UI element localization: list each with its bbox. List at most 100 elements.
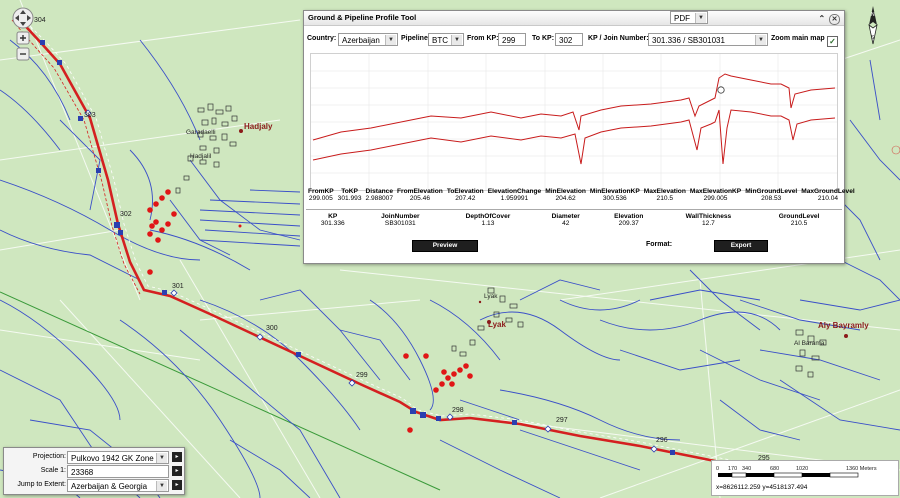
- summary-header: MaxElevation: [643, 188, 686, 195]
- place-label-hadjaly: Hadjaly: [244, 122, 273, 131]
- summary-header: Distance: [365, 188, 394, 195]
- summary-header-row: FromKP ToKP Distance FromElevation ToEle…: [306, 188, 857, 195]
- table-divider: [306, 209, 842, 210]
- point-value-row: 301.336 SB301031 1.13 42 209.37 12.7 210…: [306, 220, 842, 227]
- point-header: GroundLevel: [778, 213, 820, 220]
- summary-cell: 299.005: [308, 195, 333, 202]
- summary-header: ElevationChange: [487, 188, 542, 195]
- format-select[interactable]: PDF ▼: [670, 11, 708, 24]
- chevron-down-icon[interactable]: ▼: [695, 13, 706, 23]
- point-detail-table: KP JoinNumber DepthOfCover Diameter Elev…: [306, 213, 842, 227]
- extent-go-button[interactable]: ▸: [172, 480, 182, 490]
- chevron-down-icon[interactable]: ▼: [156, 481, 167, 491]
- kp-label: 298: [452, 407, 464, 414]
- projection-row: Projection: Pulkovo 1942 GK Zone 8 ▼ ▸: [4, 451, 184, 476]
- cursor-coordinates: x=8626112.259 y=4518137.494: [716, 484, 808, 491]
- join-number-select-value: 301.336 / SB301031: [652, 36, 725, 45]
- summary-cell: 1.959991: [500, 195, 529, 202]
- point-cell: SB301031: [384, 220, 416, 227]
- place-label-lyak: Lyak: [488, 320, 506, 329]
- map-nav-control[interactable]: [6, 6, 40, 70]
- chevron-down-icon[interactable]: ▼: [156, 453, 167, 463]
- projection-go-button[interactable]: ▸: [172, 452, 182, 462]
- to-kp-input[interactable]: 302: [555, 33, 583, 46]
- elevation-profile-chart[interactable]: [310, 53, 838, 191]
- scale-tick: 1360 Meters: [846, 466, 877, 472]
- from-kp-input[interactable]: 299: [498, 33, 526, 46]
- scale-go-button[interactable]: ▸: [172, 466, 182, 476]
- point-header: Diameter: [551, 213, 580, 220]
- north-arrow: N S: [868, 6, 878, 45]
- summary-cell: 208.53: [761, 195, 782, 202]
- export-button[interactable]: Export: [714, 240, 768, 252]
- summary-value-row: 299.005 301.993 2.988007 205.46 207.42 1…: [306, 195, 857, 202]
- point-cell: 42: [562, 220, 570, 227]
- projection-label: Projection:: [32, 453, 66, 460]
- summary-cell: 299.005: [703, 195, 728, 202]
- chart-grid: [311, 54, 837, 190]
- summary-table: FromKP ToKP Distance FromElevation ToEle…: [306, 188, 857, 202]
- chevron-down-icon[interactable]: ▼: [385, 35, 396, 45]
- extent-select-value: Azerbaijan & Georgia: [71, 482, 148, 491]
- summary-header: MaxGroundLevel: [801, 188, 855, 195]
- projection-select[interactable]: Pulkovo 1942 GK Zone 8 ▼: [67, 451, 169, 476]
- zoom-main-map-checkbox[interactable]: ✓: [827, 36, 838, 47]
- summary-header: MinElevation: [545, 188, 586, 195]
- kp-label: 301: [172, 283, 184, 290]
- north-letter: N: [871, 12, 875, 18]
- extent-select[interactable]: Azerbaijan & Georgia ▼: [67, 479, 169, 492]
- scale-row: Scale 1: 23368 ▸: [4, 465, 184, 478]
- ground-level-series[interactable]: [312, 73, 836, 141]
- scale-input[interactable]: 23368: [67, 465, 169, 478]
- minimize-icon[interactable]: ⌃: [817, 14, 827, 24]
- summary-cell: 2.988007: [365, 195, 394, 202]
- summary-header: MinGroundLevel: [745, 188, 798, 195]
- close-icon[interactable]: ✕: [829, 14, 840, 25]
- join-number-label: KP / Join Number:: [588, 35, 649, 42]
- window-title: Ground & Pipeline Profile Tool: [308, 13, 417, 22]
- scale-tick: 1020: [796, 466, 808, 472]
- place-label-aly-bayramly: Aly Bayramly: [818, 321, 869, 330]
- profile-parameters-row: Country: Azerbaijan ▼ Pipeline: BTC ▼ Fr…: [306, 33, 842, 51]
- point-header: JoinNumber: [381, 213, 420, 220]
- preview-button[interactable]: Preview: [412, 240, 478, 252]
- place-label: Hadjalil: [190, 153, 212, 160]
- profile-tool-titlebar[interactable]: Ground & Pipeline Profile Tool ⌃ ✕: [304, 11, 844, 26]
- point-cell: 1.13: [481, 220, 495, 227]
- chevron-down-icon[interactable]: ▼: [755, 35, 766, 45]
- selected-point-marker[interactable]: [717, 86, 725, 94]
- kp-label: 300: [266, 325, 278, 332]
- summary-header: ToKP: [341, 188, 358, 195]
- from-kp-label: From KP:: [467, 35, 499, 42]
- kp-label: 302: [120, 211, 132, 218]
- chevron-down-icon[interactable]: ▼: [451, 35, 462, 45]
- place-label: Al Barama: [794, 340, 825, 347]
- point-cell: 209.37: [618, 220, 639, 227]
- summary-header: MaxElevationKP: [689, 188, 742, 195]
- point-header: KP: [328, 213, 338, 220]
- summary-header: FromKP: [308, 188, 334, 195]
- scale-tick: 340: [742, 466, 751, 472]
- scale-tick: 680: [770, 466, 779, 472]
- summary-cell: 301.993: [337, 195, 362, 202]
- country-select-value: Azerbaijan: [342, 36, 380, 45]
- scale-label: Scale 1:: [40, 467, 66, 474]
- summary-cell: 207.42: [455, 195, 476, 202]
- kp-label: 296: [656, 437, 668, 444]
- point-cell: 12.7: [702, 220, 715, 227]
- map-settings-panel: Projection: Pulkovo 1942 GK Zone 8 ▼ ▸ S…: [3, 447, 185, 495]
- summary-cell: 210.04: [817, 195, 839, 202]
- format-label: Format:: [646, 241, 673, 248]
- pipeline-select[interactable]: BTC ▼: [428, 33, 464, 46]
- place-label: Garadaelli: [186, 129, 216, 136]
- point-header: DepthOfCover: [465, 213, 511, 220]
- extent-label: Jump to Extent:: [17, 481, 66, 488]
- scale-bar-panel: 0 170 340 680 1020 1360 Meters x=8626112…: [711, 460, 899, 496]
- point-header: Elevation: [614, 213, 644, 220]
- country-select[interactable]: Azerbaijan ▼: [338, 33, 398, 46]
- place-label: Lyak: [484, 293, 498, 300]
- profile-tool-window[interactable]: Ground & Pipeline Profile Tool ⌃ ✕ Count…: [303, 10, 855, 264]
- kp-label: 303: [84, 112, 96, 119]
- point-cell: 301.336: [320, 220, 345, 227]
- join-number-select[interactable]: 301.336 / SB301031 ▼: [648, 33, 768, 46]
